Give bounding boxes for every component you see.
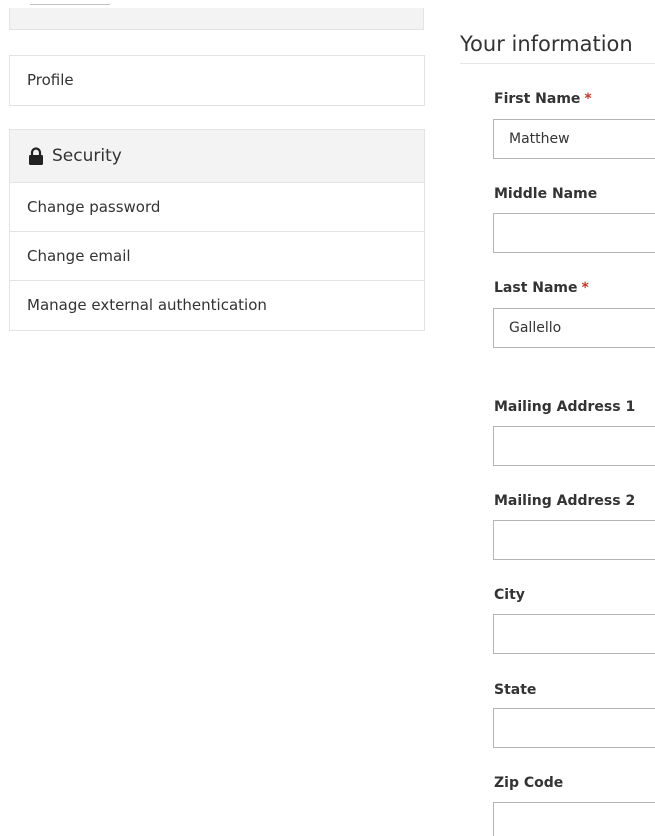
zip-code-field[interactable]	[493, 802, 655, 836]
required-marker: *	[584, 91, 592, 107]
state-field[interactable]	[493, 708, 655, 748]
mailing-address-1-field[interactable]	[493, 426, 655, 466]
profile-link[interactable]: Profile	[10, 56, 424, 105]
manage-external-auth-link[interactable]: Manage external authentication	[10, 281, 424, 329]
page-title: Your information	[460, 32, 633, 56]
required-marker: *	[581, 280, 589, 296]
profile-nav-box: Profile	[9, 55, 425, 106]
last-name-label: Last Name *	[494, 280, 589, 296]
mailing-address-2-label: Mailing Address 2	[494, 493, 636, 509]
security-heading: Security	[52, 146, 122, 166]
middle-name-field[interactable]	[493, 213, 655, 253]
state-label: State	[494, 682, 537, 698]
first-name-label: First Name *	[494, 91, 592, 107]
security-nav-box: Security Change password Change email Ma…	[9, 129, 425, 331]
account-page: Profile Security Change password Change …	[0, 0, 655, 836]
last-name-field[interactable]	[493, 308, 655, 348]
mailing-address-2-field[interactable]	[493, 520, 655, 560]
security-menu: Change password Change email Manage exte…	[10, 183, 424, 329]
title-divider	[460, 63, 655, 64]
mailing-address-1-label: Mailing Address 1	[494, 399, 636, 415]
change-email-link[interactable]: Change email	[10, 232, 424, 281]
collapsed-panel	[9, 4, 424, 30]
city-field[interactable]	[493, 614, 655, 654]
city-label: City	[494, 587, 525, 603]
cropped-panel-text	[30, 2, 110, 5]
lock-icon	[28, 147, 44, 165]
first-name-field[interactable]	[493, 119, 655, 159]
zip-code-label: Zip Code	[494, 775, 564, 791]
security-header: Security	[10, 130, 424, 183]
middle-name-label: Middle Name	[494, 186, 598, 202]
change-password-link[interactable]: Change password	[10, 183, 424, 232]
